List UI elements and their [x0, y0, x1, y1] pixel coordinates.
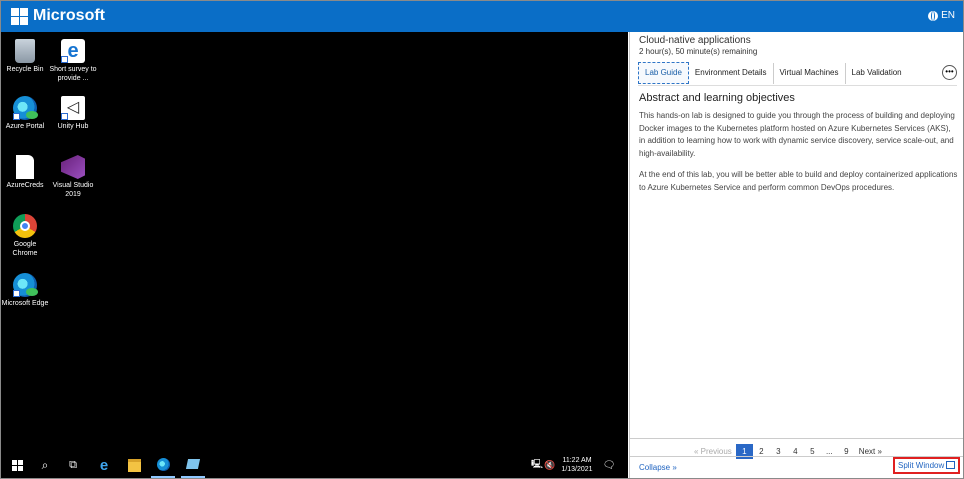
desktop-icon-label: Azure Portal [5, 123, 45, 130]
desktop-icon-azure-portal[interactable]: Azure Portal [1, 96, 49, 131]
globe-icon [928, 10, 939, 21]
edge-icon [13, 273, 38, 297]
recycle-bin-icon [15, 39, 35, 63]
internet-explorer-icon[interactable]: e [93, 452, 115, 478]
split-window-icon [946, 461, 956, 469]
pager-divider [630, 438, 963, 439]
split-window-label: Split Window [898, 461, 945, 470]
collapse-button[interactable]: Collapse » [639, 463, 677, 472]
network-icon[interactable]: 🖳 [531, 452, 543, 478]
tab-virtual-machines[interactable]: Virtual Machines [774, 63, 846, 84]
shortcut-arrow-icon [61, 113, 68, 120]
visual-studio-icon [61, 155, 85, 179]
desktop-icon-survey[interactable]: e Short survey to provide ... [49, 39, 97, 83]
desktop-icon-label: AzureCreds [6, 182, 44, 189]
top-bar: Microsoft EN [1, 1, 963, 32]
start-button[interactable] [7, 452, 27, 478]
microsoft-logo-icon [11, 8, 28, 25]
internet-explorer-icon: e [61, 39, 85, 63]
tab-environment-details[interactable]: Environment Details [689, 63, 774, 84]
shortcut-arrow-icon [13, 113, 20, 120]
tab-lab-validation[interactable]: Lab Validation [846, 63, 908, 84]
time-remaining: 2 hour(s), 50 minute(s) remaining [639, 47, 758, 56]
desktop-icon-google-chrome[interactable]: Google Chrome [1, 214, 49, 258]
shortcut-arrow-icon [13, 290, 20, 297]
clock-time: 11:22 AM [562, 457, 592, 464]
outcome-paragraph: At the end of this lab, you will be bett… [639, 170, 958, 192]
tab-divider [638, 85, 957, 86]
azure-app-icon[interactable] [181, 452, 205, 478]
more-options-button[interactable]: ••• [942, 65, 957, 80]
desktop-icon-visual-studio[interactable]: Visual Studio 2019 [49, 155, 97, 199]
desktop-icon-microsoft-edge[interactable]: Microsoft Edge [1, 273, 49, 308]
text-document-icon [16, 155, 34, 179]
chrome-icon [13, 214, 37, 238]
start-icon [11, 459, 23, 471]
panel-tabs: Lab Guide Environment Details Virtual Ma… [638, 62, 908, 84]
language-selector[interactable]: EN [928, 10, 955, 21]
taskbar: ⌕ ⧉ e 🖳 🔇 11:22 AM 1/13/2021 🗨 [1, 452, 628, 478]
lab-guide-panel: Cloud-native applications 2 hour(s), 50 … [629, 32, 963, 478]
brand-name: Microsoft [33, 7, 105, 24]
taskbar-clock[interactable]: 11:22 AM 1/13/2021 [555, 456, 599, 474]
task-view-icon[interactable]: ⧉ [63, 452, 83, 478]
lab-title: Cloud-native applications [639, 35, 751, 46]
desktop-icon-label: Visual Studio 2019 [52, 182, 94, 198]
section-heading: Abstract and learning objectives [639, 92, 795, 104]
file-explorer-icon[interactable] [123, 452, 145, 478]
split-window-button[interactable]: Split Window [893, 457, 960, 474]
desktop-icon-recycle-bin[interactable]: Recycle Bin [1, 39, 49, 74]
edge-icon [13, 96, 38, 120]
notifications-icon[interactable]: 🗨 [602, 452, 616, 478]
intro-paragraph: This hands-on lab is designed to guide y… [639, 111, 955, 158]
desktop-icon-unity-hub[interactable]: ◁ Unity Hub [49, 96, 97, 131]
language-label: EN [941, 10, 955, 21]
desktop-icon-label: Short survey to provide ... [49, 66, 97, 82]
desktop-icon-label: Unity Hub [57, 123, 89, 130]
shortcut-arrow-icon [61, 56, 68, 63]
desktop-icon-label: Recycle Bin [6, 66, 44, 73]
desktop-icon-label: Microsoft Edge [1, 300, 49, 307]
unity-hub-icon: ◁ [61, 96, 85, 120]
remote-lab-window: Microsoft EN Recycle Bin e Short survey … [0, 0, 964, 479]
desktop-icon-label: Google Chrome [12, 241, 38, 257]
tab-lab-guide[interactable]: Lab Guide [638, 62, 689, 84]
search-icon[interactable]: ⌕ [35, 452, 55, 478]
edge-icon[interactable] [151, 452, 175, 478]
remote-desktop[interactable]: Recycle Bin e Short survey to provide ..… [1, 32, 628, 452]
clock-date: 1/13/2021 [561, 466, 593, 473]
desktop-icon-azurecreds[interactable]: AzureCreds [1, 155, 49, 190]
